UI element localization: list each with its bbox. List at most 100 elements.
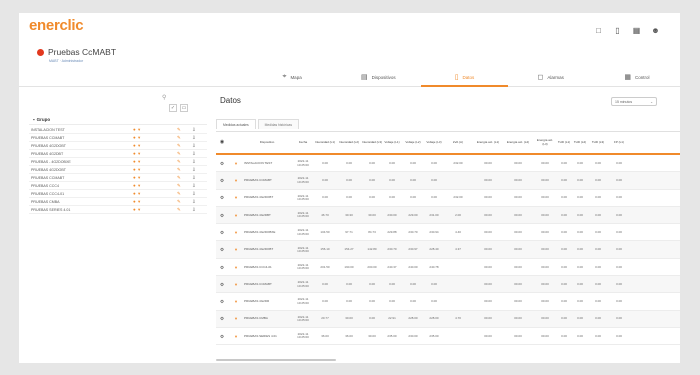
table-row[interactable]: ⚙ ▾ PRUEBAS SERIES 4.01 2022-11 10:25:00 36.… xyxy=(216,328,680,346)
check-all-button[interactable]: ✓ xyxy=(169,104,177,112)
column-header[interactable]: Fecha xyxy=(292,132,314,154)
row-menu-icon[interactable]: ⚙ xyxy=(216,224,228,241)
table-row[interactable]: ⚙ ▾ PRUEBAS 4G2DOBT 2022-11 10:25:00 156.10 1… xyxy=(216,241,680,259)
edit-icon[interactable]: ✎ xyxy=(177,191,181,197)
tab-control[interactable]: ▦ Control xyxy=(594,69,680,87)
device-list-item[interactable]: PRUEBAS CCMABT ● ▾ ✎ ⇩ xyxy=(29,174,207,182)
device-cell[interactable]: PRUEBAS CMBA xyxy=(244,311,290,328)
datos-tab[interactable]: Medidas históricas xyxy=(257,119,299,129)
device-list-item[interactable]: PRUEBAS CCC4 ● ▾ ✎ ⇩ xyxy=(29,182,207,190)
device-cell[interactable]: PRUEBAS 4G2DBT xyxy=(244,207,290,224)
column-header[interactable]: FP (L1) xyxy=(608,132,630,154)
edit-icon[interactable]: ✎ xyxy=(177,167,181,173)
tab-mapa[interactable]: ⌖ Mapa xyxy=(249,69,335,87)
device-list-item[interactable]: PRUEBAS SERIES 4.01 ● ▾ ✎ ⇩ xyxy=(29,206,207,214)
device-cell[interactable]: PRUEBAS 4G2DOBT xyxy=(244,241,290,258)
device-list-item[interactable]: PRUEBAS 4G2DBT ● ▾ ✎ ⇩ xyxy=(29,150,207,158)
row-menu-icon[interactable]: ⚙ xyxy=(216,207,228,224)
device-cell[interactable]: PRUEBAS 4G2DR xyxy=(244,293,290,310)
table-row[interactable]: ⚙ ▾ PRUEBAS CMBA 2022-11 10:25:00 20.77 30.00… xyxy=(216,310,680,328)
expand-icon[interactable]: ▪ xyxy=(33,117,35,122)
tab-dispositivos[interactable]: ▤ Dispositivos xyxy=(335,69,421,87)
column-header[interactable]: THD (L3) xyxy=(588,132,608,154)
edit-icon[interactable]: ✎ xyxy=(177,199,181,205)
row-menu-icon[interactable]: ⚙ xyxy=(216,155,228,172)
table-row[interactable]: ⚙ ▾ PRUEBAS 4G2DBT 2022-11 10:25:00 46.70 30.… xyxy=(216,206,680,225)
table-row[interactable]: ⚙ ▾ PRUEBAS CCMABT 2022-11 10:25:00 0.00 0.00… xyxy=(216,172,680,190)
edit-icon[interactable]: ✎ xyxy=(177,127,181,133)
edit-icon[interactable]: ✎ xyxy=(177,175,181,181)
device-list-item[interactable]: INSTALACION TEST ● ▾ ✎ ⇩ xyxy=(29,126,207,134)
download-icon[interactable]: ⇩ xyxy=(192,191,196,197)
download-icon[interactable]: ⇩ xyxy=(192,207,196,213)
tab-alarmas[interactable]: ◻ Alarmas xyxy=(508,69,594,87)
device-cell[interactable]: PRUEBAS 4G2DOBT xyxy=(244,190,290,207)
row-menu-icon[interactable]: ⚙ xyxy=(216,190,228,207)
row-menu-icon[interactable]: ⚙ xyxy=(216,172,228,189)
enerclic-logo[interactable]: enerclic xyxy=(29,17,84,34)
horizontal-scrollbar[interactable] xyxy=(216,359,336,361)
device-list-item[interactable]: PRUEBAS - 4G2DOBXE ● ▾ ✎ ⇩ xyxy=(29,158,207,166)
row-menu-icon[interactable]: ⚙ xyxy=(216,328,228,345)
interval-select[interactable]: 15 minutos ⌄ xyxy=(611,97,657,106)
table-row[interactable]: ⚙ ▾ PRUEBAS 4G2DOBXE 2022-11 10:25:00 104.50… xyxy=(216,224,680,242)
document-icon[interactable]: ▯ xyxy=(613,26,622,35)
download-icon[interactable]: ⇩ xyxy=(192,159,196,165)
column-header[interactable]: Intensidad (L1) xyxy=(314,132,336,154)
device-cell[interactable]: PRUEBAS CCC4-01 xyxy=(244,259,290,276)
column-header[interactable]: kVA (A) xyxy=(444,132,472,154)
download-icon[interactable]: ⇩ xyxy=(192,127,196,133)
edit-icon[interactable]: ✎ xyxy=(177,207,181,213)
column-header[interactable]: Voltaje (L2) xyxy=(402,132,424,154)
grid-icon[interactable]: ▦ xyxy=(632,26,641,35)
row-menu-icon[interactable]: ⚙ xyxy=(216,241,228,258)
row-menu-icon[interactable]: ⚙ xyxy=(216,293,228,310)
device-list-item[interactable]: PRUEBAS 4G2DOBT ● ▾ ✎ ⇩ xyxy=(29,142,207,150)
datos-tab[interactable]: Medidas actuales xyxy=(216,119,256,129)
download-icon[interactable]: ⇩ xyxy=(192,199,196,205)
group-header[interactable]: ▪ Grupo xyxy=(29,115,207,125)
column-header[interactable]: Intensidad (L2) xyxy=(338,132,360,154)
device-cell[interactable]: PRUEBAS SERIES 4.01 xyxy=(244,328,290,345)
edit-icon[interactable]: ✎ xyxy=(177,151,181,157)
edit-icon[interactable]: ✎ xyxy=(177,143,181,149)
device-cell[interactable]: INSTALACION TEST xyxy=(244,155,290,172)
device-list-item[interactable]: PRUEBAS CMBA ● ▾ ✎ ⇩ xyxy=(29,198,207,206)
device-list-item[interactable]: PRUEBAS CCMABT ● ▾ ✎ ⇩ xyxy=(29,134,207,142)
column-header[interactable]: THD (L1) xyxy=(556,132,572,154)
device-cell[interactable]: PRUEBAS CCMABT xyxy=(244,276,290,293)
site-name[interactable]: Pruebas CcMABT xyxy=(48,47,116,57)
download-icon[interactable]: ⇩ xyxy=(192,143,196,149)
download-icon[interactable]: ⇩ xyxy=(192,175,196,181)
tab-datos[interactable]: ▯ Datos xyxy=(421,69,508,87)
select-all-icon[interactable]: ◉ xyxy=(216,132,228,154)
column-header[interactable]: Energía act. (L3) xyxy=(534,132,556,154)
download-icon[interactable]: ⇩ xyxy=(192,167,196,173)
table-row[interactable]: ⚙ ▾ PRUEBAS 4G2DOBT 2022-11 10:25:00 0.00 0.0… xyxy=(216,190,680,207)
users-icon[interactable]: ☻ xyxy=(651,26,660,35)
device-list-item[interactable]: PRUEBAS CCC4-01 ● ▾ ✎ ⇩ xyxy=(29,190,207,198)
device-cell[interactable]: PRUEBAS CCMABT xyxy=(244,172,290,189)
table-row[interactable]: ⚙ ▾ PRUEBAS CCMABT 2022-11 10:25:00 0.00 0.00… xyxy=(216,276,680,294)
row-menu-icon[interactable]: ⚙ xyxy=(216,259,228,276)
edit-icon[interactable]: ✎ xyxy=(177,159,181,165)
column-header[interactable]: Energía act. (L1) xyxy=(474,132,502,154)
table-row[interactable]: ⚙ ▾ PRUEBAS CCC4-01 2022-11 10:25:00 201.50 1… xyxy=(216,259,680,277)
table-row[interactable]: ⚙ ▾ INSTALACION TEST 2022-11 10:25:00 0.00 0.… xyxy=(216,155,680,173)
device-list-item[interactable]: PRUEBAS 4G2DOBT ● ▾ ✎ ⇩ xyxy=(29,166,207,174)
row-menu-icon[interactable]: ⚙ xyxy=(216,311,228,328)
search-icon[interactable]: ⚲ xyxy=(162,94,166,101)
table-row[interactable]: ⚙ ▾ PRUEBAS 4G2DR 2022-11 10:25:00 0.00 0.00 0… xyxy=(216,293,680,311)
download-icon[interactable]: ⇩ xyxy=(192,183,196,189)
edit-icon[interactable]: ✎ xyxy=(177,183,181,189)
collapse-button[interactable]: ▭ xyxy=(180,104,188,112)
edit-icon[interactable]: ✎ xyxy=(177,135,181,141)
device-cell[interactable]: PRUEBAS 4G2DOBXE xyxy=(244,224,290,241)
column-header[interactable]: Energía act. (L2) xyxy=(504,132,532,154)
column-header[interactable]: Dispositivo xyxy=(244,132,290,154)
download-icon[interactable]: ⇩ xyxy=(192,151,196,157)
window-icon[interactable]: □ xyxy=(594,26,603,35)
column-header[interactable]: Voltaje (L3) xyxy=(424,132,444,154)
download-icon[interactable]: ⇩ xyxy=(192,135,196,141)
column-header[interactable]: THD (L2) xyxy=(572,132,588,154)
